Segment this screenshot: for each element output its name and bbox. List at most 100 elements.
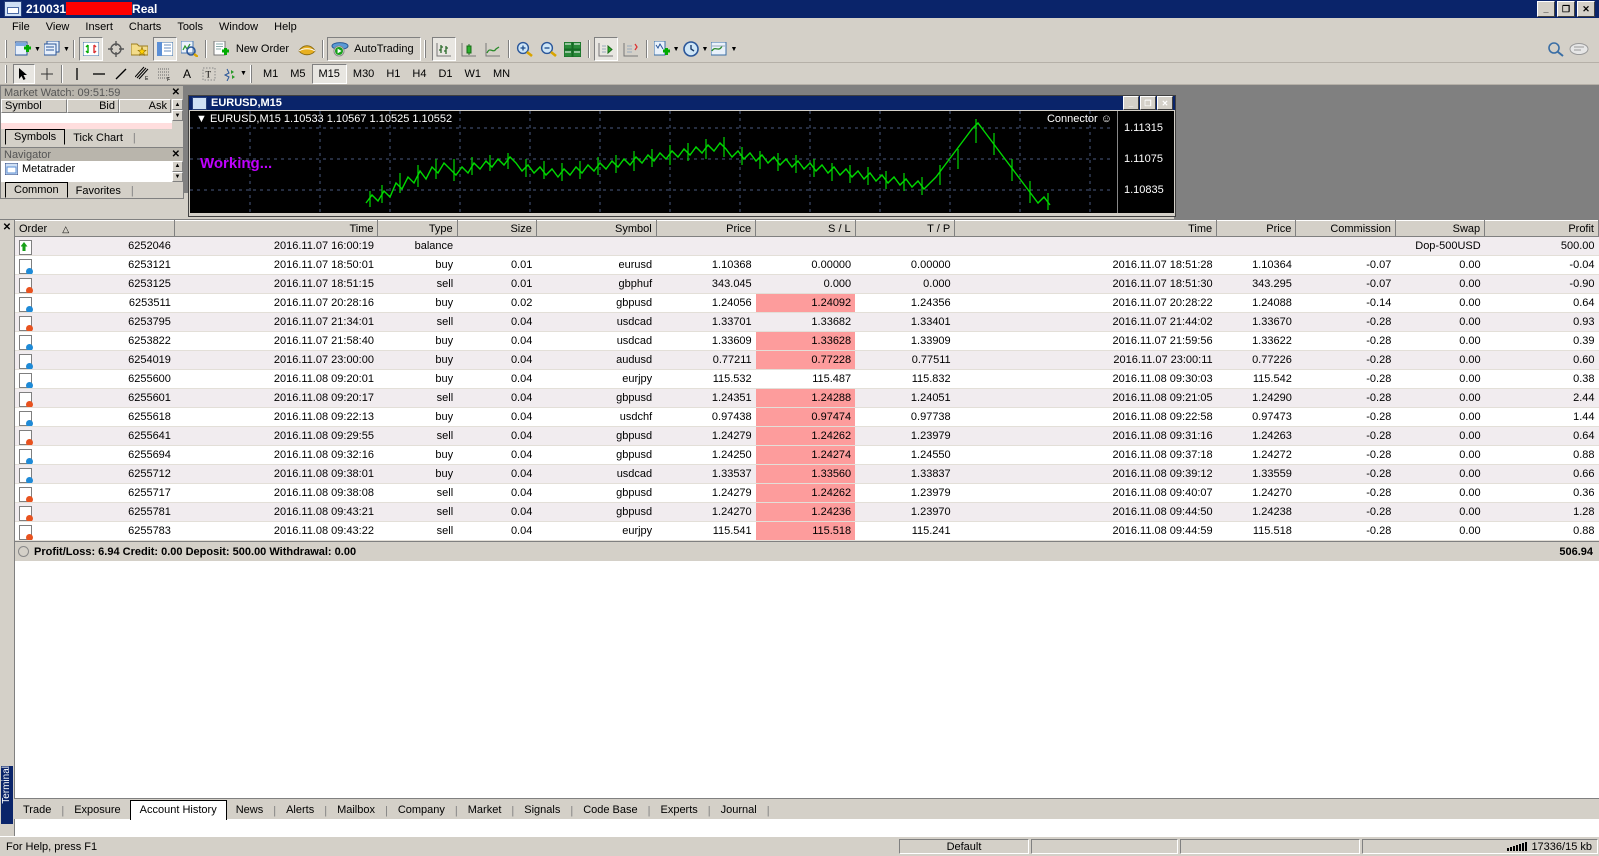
table-row[interactable]: 62531252016.11.07 18:51:15sell0.01gbphuf… xyxy=(15,275,1599,294)
tab-exposure[interactable]: Exposure xyxy=(65,802,129,819)
terminal-icon[interactable] xyxy=(153,37,177,61)
market-watch-icon[interactable] xyxy=(79,37,103,61)
table-row[interactable]: 62556002016.11.08 09:20:01buy0.04eurjpy1… xyxy=(15,370,1599,389)
table-row[interactable]: 62535112016.11.07 20:28:16buy0.02gbpusd1… xyxy=(15,294,1599,313)
tab-mailbox[interactable]: Mailbox xyxy=(328,802,384,819)
templates-icon[interactable] xyxy=(709,38,731,60)
candlestick-chart-icon[interactable] xyxy=(458,38,480,60)
text-object-icon[interactable]: T xyxy=(199,65,219,83)
menu-item-file[interactable]: File xyxy=(4,19,38,35)
chart-dropdown-icon[interactable]: ▼ xyxy=(196,113,207,125)
column-header-close-time[interactable]: Time xyxy=(955,221,1217,237)
toolbar-grip-4[interactable] xyxy=(250,65,254,83)
profiles-icon[interactable] xyxy=(42,38,64,60)
period-m1[interactable]: M1 xyxy=(257,65,284,83)
market-watch-list[interactable] xyxy=(1,113,172,123)
chart-minimize-button[interactable]: _ xyxy=(1123,96,1139,110)
tab-tick-chart[interactable]: Tick Chart xyxy=(65,131,131,145)
period-clock-icon[interactable] xyxy=(681,38,703,60)
restore-button[interactable]: ❐ xyxy=(1557,1,1575,17)
zoom-in-icon[interactable] xyxy=(514,38,536,60)
menu-item-charts[interactable]: Charts xyxy=(121,19,169,35)
minimize-button[interactable]: _ xyxy=(1537,1,1555,17)
navigator-icon[interactable] xyxy=(129,38,151,60)
table-row[interactable]: 62556412016.11.08 09:29:55sell0.04gbpusd… xyxy=(15,427,1599,446)
profiles-dropdown-icon[interactable]: ▼ xyxy=(63,46,70,53)
menu-item-window[interactable]: Window xyxy=(211,19,266,35)
menu-item-tools[interactable]: Tools xyxy=(169,19,211,35)
scroll-down-icon[interactable]: ▼ xyxy=(172,110,183,121)
bar-chart-icon[interactable] xyxy=(432,37,456,61)
nav-scroll-down-icon[interactable]: ▼ xyxy=(172,172,183,183)
market-watch-scrollbar[interactable]: ▲ ▼ xyxy=(172,99,183,129)
table-row[interactable]: 62540192016.11.07 23:00:00buy0.04audusd0… xyxy=(15,351,1599,370)
new-chart-dropdown-icon[interactable]: ▼ xyxy=(34,46,41,53)
nav-scroll-up-icon[interactable]: ▲ xyxy=(172,161,183,172)
column-header-close-price[interactable]: Price xyxy=(1217,221,1296,237)
tab-account-history[interactable]: Account History xyxy=(130,800,227,820)
toolbar-grip-2[interactable] xyxy=(424,40,428,58)
column-header-profit[interactable]: Profit xyxy=(1485,221,1599,237)
column-header-open-price[interactable]: Price xyxy=(656,221,756,237)
new-order-label[interactable]: New Order xyxy=(234,38,295,60)
period-w1[interactable]: W1 xyxy=(459,65,488,83)
status-connection[interactable]: 17336/15 kb xyxy=(1362,839,1598,854)
scroll-up-icon[interactable]: ▲ xyxy=(172,99,183,110)
search-icon[interactable] xyxy=(1544,38,1566,60)
tab-code-base[interactable]: Code Base xyxy=(574,802,646,819)
crosshair-icon[interactable] xyxy=(37,65,57,83)
tab-journal[interactable]: Journal xyxy=(712,802,766,819)
table-row[interactable]: 62556012016.11.08 09:20:17sell0.04gbpusd… xyxy=(15,389,1599,408)
auto-scroll-icon[interactable] xyxy=(594,37,618,61)
tile-windows-icon[interactable] xyxy=(562,38,584,60)
arrows-dropdown-icon[interactable]: ▼ xyxy=(240,70,247,77)
vertical-line-icon[interactable] xyxy=(67,65,87,83)
tab-signals[interactable]: Signals xyxy=(515,802,569,819)
period-m5[interactable]: M5 xyxy=(284,65,311,83)
tab-trade[interactable]: Trade xyxy=(14,802,60,819)
column-header-commission[interactable]: Commission xyxy=(1296,221,1396,237)
summary-expander-icon[interactable] xyxy=(18,546,29,557)
new-chart-icon[interactable] xyxy=(13,38,35,60)
column-ask[interactable]: Ask xyxy=(119,99,171,113)
period-m30[interactable]: M30 xyxy=(347,65,380,83)
table-row[interactable]: 62557832016.11.08 09:43:22sell0.04eurjpy… xyxy=(15,522,1599,541)
arrows-icon[interactable] xyxy=(221,65,241,83)
strategy-tester-icon[interactable] xyxy=(179,38,201,60)
menu-item-insert[interactable]: Insert xyxy=(77,19,121,35)
chart-close-button[interactable]: ✕ xyxy=(1157,96,1173,110)
new-order-icon[interactable] xyxy=(211,38,233,60)
close-button[interactable]: ✕ xyxy=(1577,1,1595,17)
toolbar-grip-3[interactable] xyxy=(5,65,9,83)
navigator-scrollbar[interactable]: ▲ ▼ xyxy=(172,161,183,182)
chart-price-scale[interactable]: 1.11315 1.11075 1.10835 xyxy=(1117,111,1174,213)
equidistant-channel-icon[interactable]: E xyxy=(133,65,153,83)
menu-item-view[interactable]: View xyxy=(38,19,78,35)
horizontal-line-icon[interactable] xyxy=(89,65,109,83)
column-header-order[interactable]: Order △ xyxy=(15,221,175,237)
toolbar-grip[interactable] xyxy=(5,40,9,58)
tab-market[interactable]: Market xyxy=(459,802,511,819)
table-row[interactable]: 62557172016.11.08 09:38:08sell0.04gbpusd… xyxy=(15,484,1599,503)
tab-favorites[interactable]: Favorites xyxy=(68,184,129,198)
metaeditor-icon[interactable] xyxy=(296,38,318,60)
text-label-icon[interactable]: A xyxy=(177,65,197,83)
column-bid[interactable]: Bid xyxy=(67,99,119,113)
indicators-icon[interactable] xyxy=(652,38,674,60)
column-header-open-time[interactable]: Time xyxy=(175,221,378,237)
navigator-close-icon[interactable]: ✕ xyxy=(172,149,180,160)
menu-item-help[interactable]: Help xyxy=(266,19,305,35)
terminal-close-icon[interactable]: ✕ xyxy=(0,220,14,233)
chart-restore-button[interactable]: ❐ xyxy=(1140,96,1156,110)
chart-shift-icon[interactable] xyxy=(620,38,642,60)
fibonacci-icon[interactable]: F xyxy=(155,65,175,83)
templates-dropdown-icon[interactable]: ▼ xyxy=(730,46,737,53)
column-symbol[interactable]: Symbol xyxy=(1,99,67,113)
table-row[interactable]: 62557122016.11.08 09:38:01buy0.04usdcad1… xyxy=(15,465,1599,484)
tab-news[interactable]: News xyxy=(227,802,273,819)
tab-common[interactable]: Common xyxy=(5,182,68,198)
period-dropdown-icon[interactable]: ▼ xyxy=(702,46,709,53)
table-row[interactable]: 62537952016.11.07 21:34:01sell0.04usdcad… xyxy=(15,313,1599,332)
zoom-out-icon[interactable] xyxy=(538,38,560,60)
period-h1[interactable]: H1 xyxy=(380,65,406,83)
